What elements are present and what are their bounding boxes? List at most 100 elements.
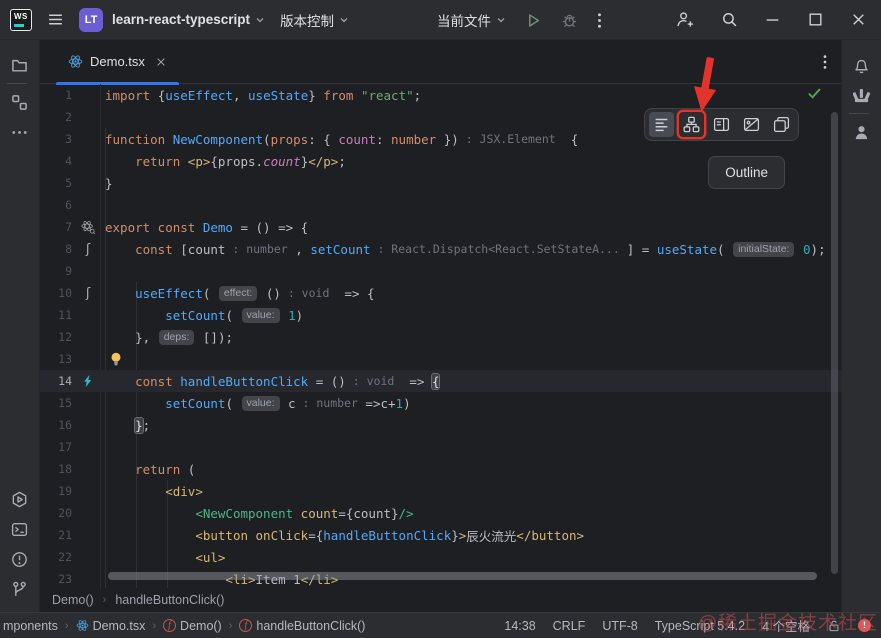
more-actions-icon[interactable]: [597, 12, 602, 29]
services-icon[interactable]: [7, 486, 33, 512]
line-number: 13: [58, 352, 72, 366]
code-line-17[interactable]: 17: [40, 436, 841, 458]
navbar-item[interactable]: f handleButtonClick(): [239, 619, 365, 633]
tab-close-icon[interactable]: [155, 56, 167, 68]
line-number: 19: [58, 484, 72, 498]
error-notification-badge[interactable]: !: [858, 619, 871, 632]
navbar-item[interactable]: f Demo(): [163, 619, 222, 633]
code-line-13[interactable]: 13: [40, 348, 841, 370]
code-editor[interactable]: 1 import {useEffect, useState} from "reac…: [40, 84, 841, 588]
profile-icon[interactable]: [849, 119, 875, 145]
code-line-15[interactable]: 15 setCount( value: c : number =>c+ 1): [40, 392, 841, 414]
line-number: 3: [65, 132, 72, 146]
gutter: [76, 439, 100, 455]
code-text: const [count : number , setCount : React…: [135, 241, 826, 257]
gutter: [76, 351, 100, 367]
react-preview-gutter-icon[interactable]: [76, 219, 100, 235]
cards-stack-icon[interactable]: [849, 82, 875, 108]
breadcrumb-item[interactable]: handleButtonClick(): [115, 593, 224, 607]
code-line-14[interactable]: 14 const handleButtonClick = () : void =…: [40, 370, 841, 392]
gutter: [76, 549, 100, 565]
gutter: [76, 461, 100, 477]
window-maximize-icon[interactable]: [807, 11, 824, 28]
function-icon: f: [239, 619, 253, 632]
horizontal-scrollbar[interactable]: [108, 572, 817, 580]
bolt-gutter-icon[interactable]: [76, 373, 100, 389]
react-file-icon: [68, 54, 83, 69]
code-line-18[interactable]: 18 return (: [40, 458, 841, 480]
line-number: 22: [58, 550, 72, 564]
code-line-10[interactable]: 10 ʃ useEffect( effect: () : void => {: [40, 282, 841, 304]
code-line-19[interactable]: 19 <div>: [40, 480, 841, 502]
right-tool-stripe: [841, 40, 881, 612]
chevron-down-icon: [496, 15, 506, 25]
view-outline-icon[interactable]: [679, 112, 704, 137]
code-line-8[interactable]: 8ʃ const [count : number , setCount : Re…: [40, 238, 841, 260]
chevron-down-icon: [339, 15, 349, 25]
run-icon[interactable]: [525, 12, 542, 29]
code-text: }: [105, 175, 113, 191]
code-line-20[interactable]: 20 <NewComponent count ={count}/>: [40, 502, 841, 524]
intention-bulb-icon[interactable]: [108, 351, 124, 367]
code-line-1[interactable]: 1 import {useEffect, useState} from "reac…: [40, 84, 841, 106]
terminal-icon[interactable]: [7, 516, 33, 542]
status-widgets: 14:38 CRLF UTF-8 TypeScript 5.4.2 4 个空格!: [504, 616, 871, 635]
code-line-16[interactable]: 16 };: [40, 414, 841, 436]
problems-icon[interactable]: [7, 546, 33, 572]
view-image-icon[interactable]: [739, 112, 764, 137]
code-line-9[interactable]: 9: [40, 260, 841, 282]
vertical-scrollbar[interactable]: [831, 112, 838, 574]
debug-icon[interactable]: [561, 12, 578, 29]
search-everywhere-icon[interactable]: [721, 11, 738, 28]
status-item[interactable]: 4 个空格: [762, 616, 810, 635]
title-bar: WS LT learn-react-typescript 版本控制 当前文件: [0, 0, 881, 40]
run-configuration-selector[interactable]: 当前文件: [437, 10, 506, 30]
breadcrumb-item[interactable]: Demo(): [52, 593, 94, 607]
line-number: 23: [58, 572, 72, 586]
view-stack-icon[interactable]: [769, 112, 794, 137]
status-item[interactable]: TypeScript 5.4.2: [655, 619, 745, 633]
main-menu-icon[interactable]: [47, 11, 64, 28]
project-widget[interactable]: LT learn-react-typescript: [79, 7, 265, 32]
inspections-ok-check-icon[interactable]: [807, 86, 822, 101]
view-lines-icon[interactable]: [649, 112, 674, 137]
tab-demo-tsx[interactable]: Demo.tsx: [56, 40, 179, 85]
gutter: [76, 153, 100, 169]
window-close-icon[interactable]: [850, 11, 867, 28]
code-line-12[interactable]: 12 }, deps: []);: [40, 326, 841, 348]
code-line-22[interactable]: 22 <ul>: [40, 546, 841, 568]
gutter: [76, 571, 100, 587]
notifications-bell-icon[interactable]: [849, 52, 875, 78]
window-minimize-icon[interactable]: [764, 11, 781, 28]
more-icon[interactable]: [7, 119, 33, 145]
view-panel-icon[interactable]: [709, 112, 734, 137]
hook-gutter-icon[interactable]: ʃ: [76, 285, 100, 301]
code-line-6[interactable]: 6: [40, 194, 841, 216]
project-folder-icon[interactable]: [7, 52, 33, 78]
status-item[interactable]: UTF-8: [602, 619, 637, 633]
gutter: [76, 417, 100, 433]
lock-open-icon[interactable]: [827, 619, 841, 633]
line-number: 15: [58, 396, 72, 410]
gutter: [76, 329, 100, 345]
navbar-item[interactable]: mponents: [3, 619, 58, 633]
react-file-icon: [76, 619, 89, 632]
line-number: 10: [58, 286, 72, 300]
git-branch-icon[interactable]: [7, 576, 33, 602]
gutter: [76, 263, 100, 279]
navigation-bar: mponents › Demo.tsx › f Demo() › f handleButtonC…: [3, 619, 365, 633]
code-line-21[interactable]: 21 <button onClick ={handleButtonClick} > 辰…: [40, 524, 841, 546]
structure-icon[interactable]: [7, 89, 33, 115]
status-item[interactable]: CRLF: [553, 619, 586, 633]
run-config-label: 当前文件: [437, 14, 491, 29]
code-with-me-add-user-icon[interactable]: [676, 11, 695, 28]
tab-options-icon[interactable]: [823, 54, 827, 70]
code-line-11[interactable]: 11 setCount( value: 1): [40, 304, 841, 326]
vcs-widget[interactable]: 版本控制: [280, 10, 349, 30]
line-number: 20: [58, 506, 72, 520]
code-line-7[interactable]: 7 export const Demo = () => {: [40, 216, 841, 238]
hook-gutter-icon[interactable]: ʃ: [76, 241, 100, 257]
navbar-item[interactable]: Demo.tsx: [76, 619, 145, 633]
webstorm-window: WS LT learn-react-typescript 版本控制 当前文件 D…: [0, 0, 881, 638]
status-item[interactable]: 14:38: [504, 619, 535, 633]
